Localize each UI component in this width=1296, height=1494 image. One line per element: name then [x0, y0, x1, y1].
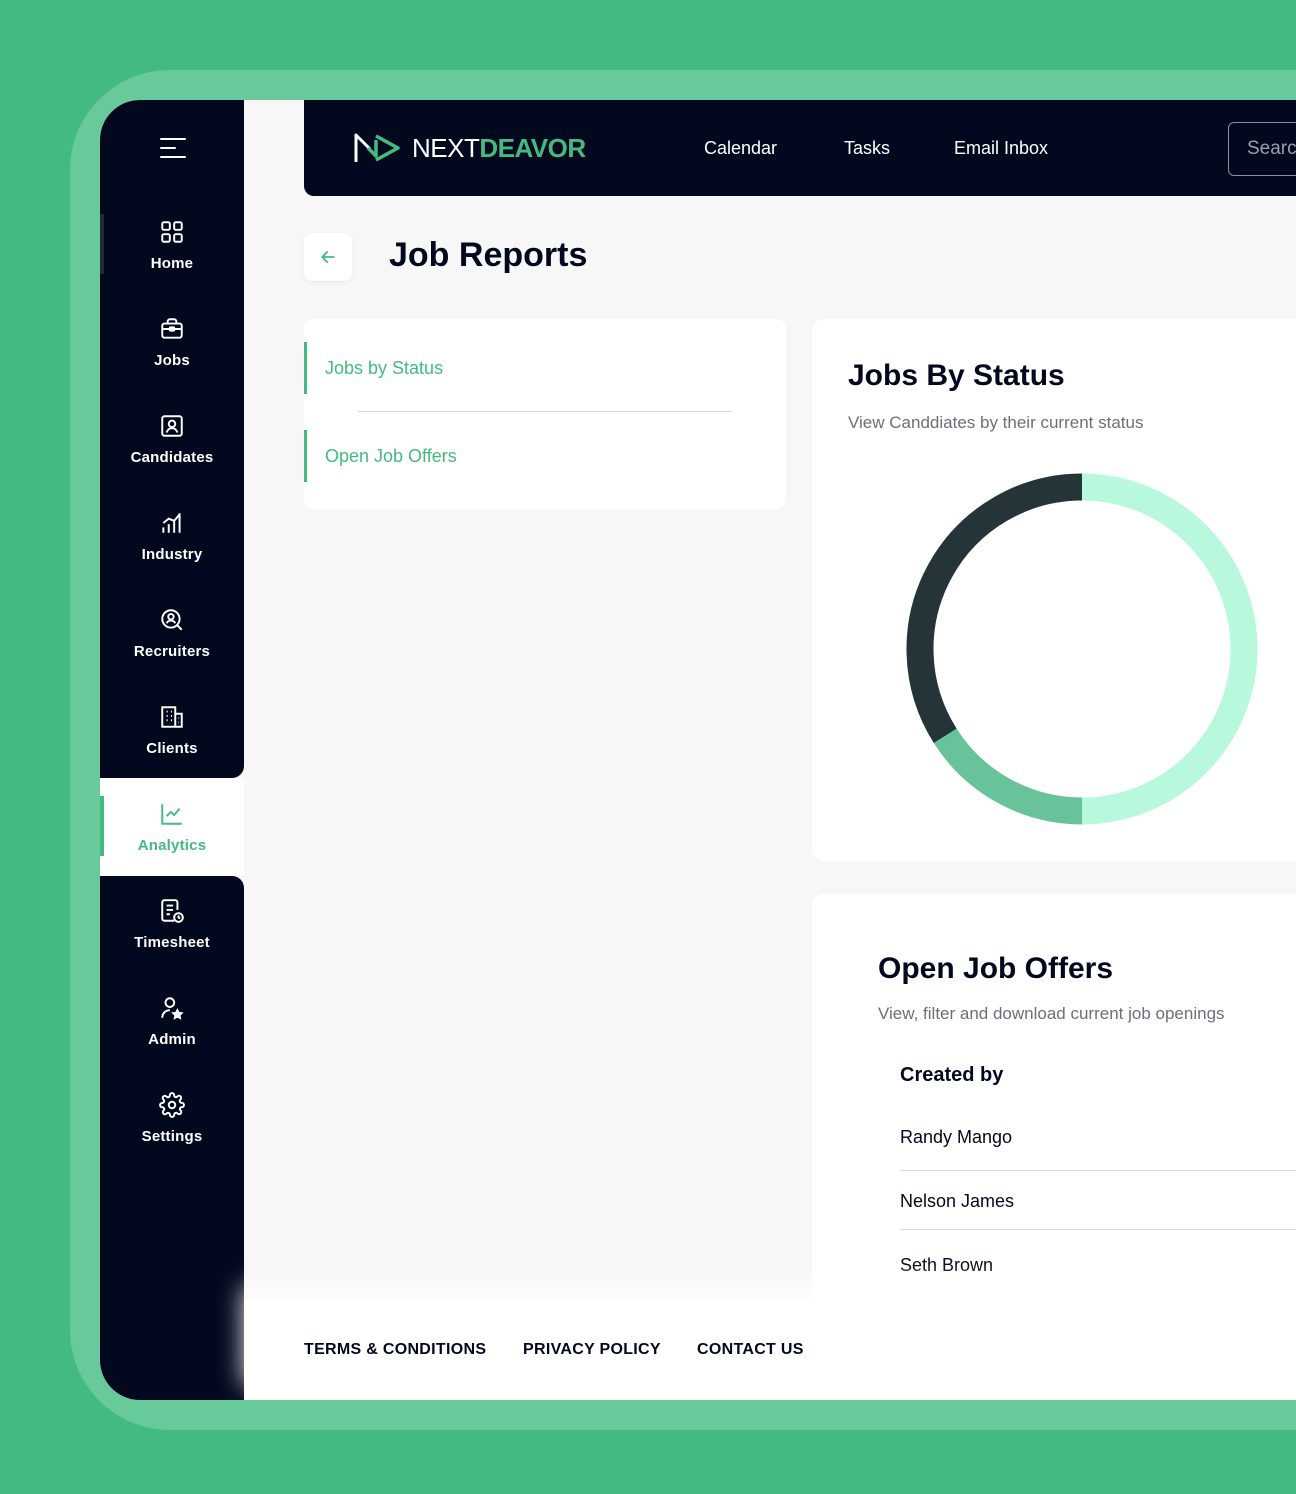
sidebar-item-jobs[interactable]: Jobs [100, 297, 244, 387]
sidebar: Home Jobs Candidates Industry Recruiters… [100, 100, 244, 1400]
logo-text-light: NEXT [412, 132, 480, 163]
timesheet-icon [161, 898, 184, 923]
report-list-card: Jobs by Status Open Job Offers [304, 319, 786, 509]
table-row[interactable]: Seth Brown [900, 1235, 1296, 1295]
column-header-created-by: Created by [900, 1064, 1004, 1086]
nav-link-email-inbox[interactable]: Email Inbox [954, 138, 1048, 159]
admin-user-icon [161, 996, 184, 1020]
logo-text: NEXTDEAVOR [412, 133, 586, 164]
page-title: Job Reports [389, 236, 588, 274]
hamburger-menu-icon[interactable] [160, 136, 188, 160]
sidebar-item-clients[interactable]: Clients [100, 685, 244, 775]
donut-slice-0 [1081, 473, 1258, 825]
table-row[interactable]: Nelson James [900, 1171, 1296, 1231]
nav-link-tasks[interactable]: Tasks [844, 138, 890, 159]
top-header: NEXTDEAVOR Calendar Tasks Email Inbox [304, 100, 1296, 196]
logo-text-accent: DEAVOR [479, 132, 586, 163]
sidebar-item-label: Admin [148, 1030, 196, 1048]
logo[interactable]: NEXTDEAVOR [354, 132, 586, 164]
search-input[interactable] [1228, 122, 1296, 176]
card-title: Open Job Offers [878, 952, 1114, 985]
sidebar-item-label: Recruiters [133, 642, 211, 660]
jobs-by-status-card: Jobs By Status View Canddiates by their … [812, 319, 1296, 861]
card-subtitle: View Canddiates by their current status [848, 413, 1144, 432]
footer-link-privacy[interactable]: PRIVACY POLICY [523, 1341, 661, 1359]
gear-icon [159, 1091, 185, 1118]
sidebar-item-label: Industry [141, 545, 203, 563]
app-window: Home Jobs Candidates Industry Recruiters… [100, 100, 1296, 1400]
grid-icon [161, 220, 183, 243]
sidebar-item-label: Jobs [154, 351, 190, 369]
arrow-left-icon [321, 251, 335, 263]
search-user-icon [161, 608, 183, 630]
card-subtitle: View, filter and download current job op… [878, 1004, 1225, 1023]
bar-chart-icon [162, 512, 181, 533]
line-chart-icon [161, 803, 182, 825]
card-title: Jobs By Status [848, 359, 1065, 392]
sidebar-item-candidates[interactable]: Candidates [100, 394, 244, 484]
footer: TERMS & CONDITIONS PRIVACY POLICY CONTAC… [244, 1300, 1296, 1400]
footer-link-contact[interactable]: CONTACT US [697, 1341, 804, 1359]
building-icon [161, 705, 183, 728]
sidebar-item-settings[interactable]: Settings [100, 1073, 244, 1163]
sidebar-item-timesheet[interactable]: Timesheet [100, 879, 244, 969]
sidebar-item-home[interactable]: Home [100, 200, 244, 290]
logo-mark-icon [354, 133, 400, 162]
report-link-open-job-offers[interactable]: Open Job Offers [304, 430, 704, 482]
open-job-offers-card: Open Job Offers View, filter and downloa… [812, 894, 1296, 1314]
sidebar-item-label: Candidates [130, 448, 214, 466]
donut-slice-2 [906, 473, 1083, 744]
status-donut-chart [906, 473, 1258, 825]
footer-link-terms[interactable]: TERMS & CONDITIONS [304, 1341, 486, 1359]
briefcase-icon [161, 317, 183, 339]
sidebar-item-label: Timesheet [134, 933, 210, 951]
sidebar-item-admin[interactable]: Admin [100, 976, 244, 1066]
sidebar-item-label: Home [150, 254, 194, 272]
table-row[interactable]: Randy Mango [900, 1107, 1296, 1167]
report-link-jobs-by-status[interactable]: Jobs by Status [304, 342, 704, 394]
back-button[interactable] [304, 233, 352, 281]
sidebar-item-recruiters[interactable]: Recruiters [100, 588, 244, 678]
divider [358, 411, 732, 412]
sidebar-item-industry[interactable]: Industry [100, 491, 244, 581]
sidebar-item-label: Settings [141, 1127, 203, 1145]
sidebar-item-label: Analytics [137, 836, 207, 854]
nav-link-calendar[interactable]: Calendar [704, 138, 777, 159]
id-card-icon [161, 414, 183, 437]
row-divider [900, 1229, 1296, 1230]
sidebar-item-analytics[interactable]: Analytics [100, 782, 244, 872]
sidebar-item-label: Clients [146, 739, 198, 757]
donut-slice-1 [933, 728, 1083, 825]
